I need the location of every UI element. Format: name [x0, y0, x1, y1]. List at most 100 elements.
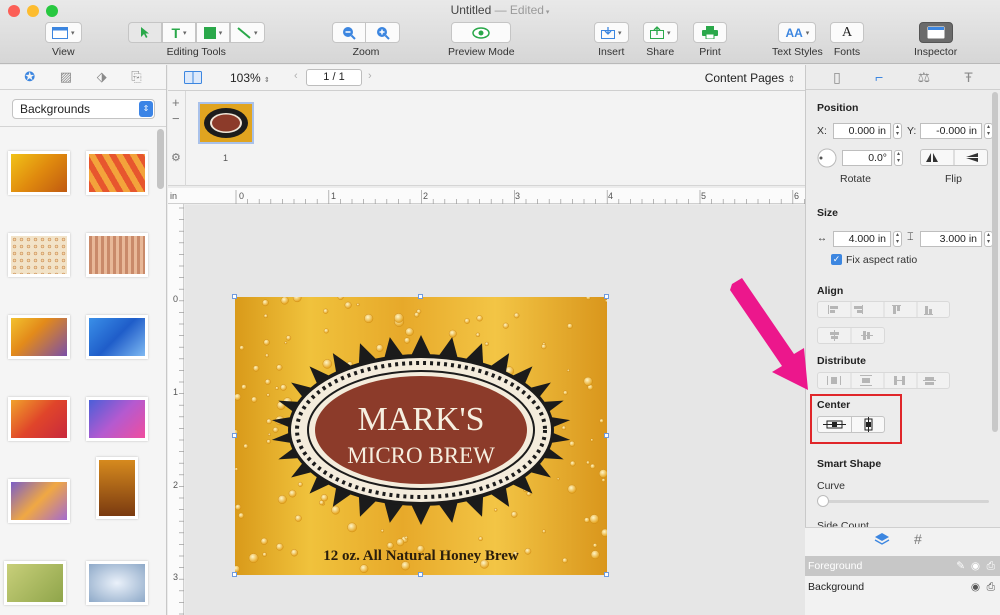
- resize-handle[interactable]: [232, 433, 237, 438]
- background-thumbnail[interactable]: [8, 151, 70, 195]
- distribute-buttons[interactable]: [817, 372, 950, 389]
- background-thumbnail[interactable]: [96, 457, 138, 519]
- arrow-pointer-icon: [141, 27, 149, 38]
- background-thumbnail[interactable]: [86, 397, 148, 441]
- rotate-stepper[interactable]: ▴ ▾: [894, 150, 903, 166]
- resize-handle[interactable]: [604, 572, 609, 577]
- sidebar-scrollbar[interactable]: [157, 129, 164, 189]
- select-tool-button[interactable]: [128, 22, 162, 43]
- resize-handle[interactable]: [604, 294, 609, 299]
- preview-mode-button[interactable]: [451, 22, 512, 43]
- arrange-icon[interactable]: ⚖: [917, 69, 930, 86]
- document-icon[interactable]: ▯: [833, 69, 841, 86]
- pink-arrow-icon: [730, 278, 808, 390]
- previous-page-icon[interactable]: ‹: [294, 70, 298, 82]
- ruler-tick-label: 1: [331, 191, 337, 201]
- share-group: ▾ Share: [643, 22, 678, 58]
- text-tool-button[interactable]: T ▾: [162, 22, 196, 43]
- resize-handle[interactable]: [418, 572, 423, 577]
- background-thumbnail[interactable]: [4, 561, 66, 605]
- view-group: ▾ View: [45, 22, 82, 58]
- align-buttons[interactable]: [817, 301, 950, 318]
- view-label: View: [51, 46, 75, 58]
- vertical-ruler: 0 1 2 3: [168, 204, 184, 615]
- printer-icon[interactable]: ⎙: [987, 577, 995, 597]
- beer-label-image[interactable]: MARK'S MICRO BREW 12 oz. All Natural Hon…: [235, 297, 607, 575]
- curve-slider-thumb[interactable]: [817, 495, 829, 507]
- ruler-tick-label: 2: [173, 480, 179, 490]
- background-thumbnail[interactable]: [8, 479, 70, 523]
- width-stepper[interactable]: ▴ ▾: [893, 231, 902, 247]
- add-page-icon[interactable]: +: [172, 95, 180, 110]
- layer-row-background[interactable]: Background ◉ ⎙: [805, 577, 1000, 597]
- eye-icon[interactable]: ◉: [971, 556, 980, 576]
- background-thumbnail[interactable]: [8, 397, 70, 441]
- rotate-field[interactable]: 0.0°: [842, 150, 892, 166]
- zoom-level-dropdown[interactable]: 103% ⇕: [230, 71, 270, 85]
- x-position-field[interactable]: 0.000 in: [833, 123, 891, 139]
- background-thumbnail[interactable]: [8, 233, 70, 277]
- line-tool-button[interactable]: ▾: [230, 22, 265, 43]
- content-pages-dropdown[interactable]: Content Pages ⇕: [705, 71, 795, 85]
- remove-page-icon[interactable]: −: [172, 111, 180, 126]
- text-styles-button[interactable]: AA ▾: [778, 22, 817, 43]
- star-icon[interactable]: ✪: [24, 69, 35, 85]
- eye-icon[interactable]: ◉: [971, 577, 980, 597]
- y-label: Y:: [907, 125, 917, 137]
- editing-tools-label: Editing Tools: [166, 46, 226, 58]
- view-button[interactable]: ▾: [45, 22, 82, 43]
- pencil-icon[interactable]: ✎: [956, 556, 965, 576]
- width-field[interactable]: 4.000 in: [833, 231, 891, 247]
- zoom-out-button[interactable]: [332, 22, 366, 43]
- print-button[interactable]: [693, 22, 727, 43]
- fonts-button[interactable]: A: [830, 22, 864, 43]
- y-position-field[interactable]: -0.000 in: [920, 123, 982, 139]
- printer-icon[interactable]: ⎙: [987, 556, 995, 576]
- page-thumbnail[interactable]: [198, 102, 254, 144]
- inspector-scrollbar[interactable]: [992, 92, 998, 432]
- background-thumbnail[interactable]: [86, 315, 148, 359]
- fix-aspect-checkbox[interactable]: ✓: [831, 254, 842, 265]
- share-button[interactable]: ▾: [643, 22, 678, 43]
- inspector-toggle-button[interactable]: [918, 22, 953, 43]
- page-navigation-bar: 103% ⇕ ‹ 1 / 1 › Content Pages ⇕: [168, 65, 805, 91]
- height-field[interactable]: 3.000 in: [920, 231, 982, 247]
- image-icon[interactable]: ▨: [60, 69, 72, 85]
- rotate-dial-icon[interactable]: [817, 148, 837, 168]
- center-align-buttons[interactable]: [817, 327, 885, 344]
- book-icon[interactable]: [184, 71, 202, 84]
- layer-name: Background: [808, 581, 865, 593]
- background-thumbnail[interactable]: [86, 151, 148, 195]
- vertical-ruler-ticks: [179, 207, 184, 615]
- gear-icon[interactable]: ⚙: [171, 151, 181, 164]
- text-icon[interactable]: Ŧ: [964, 69, 973, 85]
- rotate-label: Rotate: [840, 173, 871, 185]
- layer-row-foreground[interactable]: Foreground ✎ ◉ ⎙: [805, 556, 1000, 576]
- resize-handle[interactable]: [604, 433, 609, 438]
- zoom-level-value: 103%: [230, 71, 261, 85]
- resize-handle[interactable]: [232, 294, 237, 299]
- beer-label-artwork: MARK'S MICRO BREW 12 oz. All Natural Hon…: [235, 297, 607, 574]
- ruler-icon[interactable]: ⌐: [875, 69, 883, 85]
- resize-handle[interactable]: [232, 572, 237, 577]
- page-tools: + − ⚙: [168, 91, 186, 186]
- insert-button[interactable]: ▾: [594, 22, 629, 43]
- layers-icon[interactable]: [874, 532, 890, 549]
- category-select[interactable]: Backgrounds ⇕: [12, 99, 155, 119]
- background-thumbnail[interactable]: [8, 315, 70, 359]
- clipart-icon[interactable]: ⎘: [131, 69, 141, 85]
- shape-tool-button[interactable]: ▾: [196, 22, 230, 43]
- fonts-group: A Fonts: [830, 22, 864, 58]
- page-number-field[interactable]: 1 / 1: [306, 69, 362, 86]
- x-stepper[interactable]: ▴ ▾: [893, 123, 902, 139]
- curve-slider-track[interactable]: [819, 500, 989, 503]
- next-page-icon[interactable]: ›: [368, 70, 372, 82]
- background-thumbnail[interactable]: [86, 233, 148, 277]
- resize-handle[interactable]: [418, 294, 423, 299]
- background-thumbnail[interactable]: [86, 561, 148, 605]
- shapes-icon[interactable]: ⬗: [97, 69, 107, 85]
- zoom-in-button[interactable]: [366, 22, 400, 43]
- grid-icon[interactable]: #: [914, 531, 922, 547]
- inspector-icon: [927, 26, 945, 39]
- insert-icon: [601, 26, 615, 39]
